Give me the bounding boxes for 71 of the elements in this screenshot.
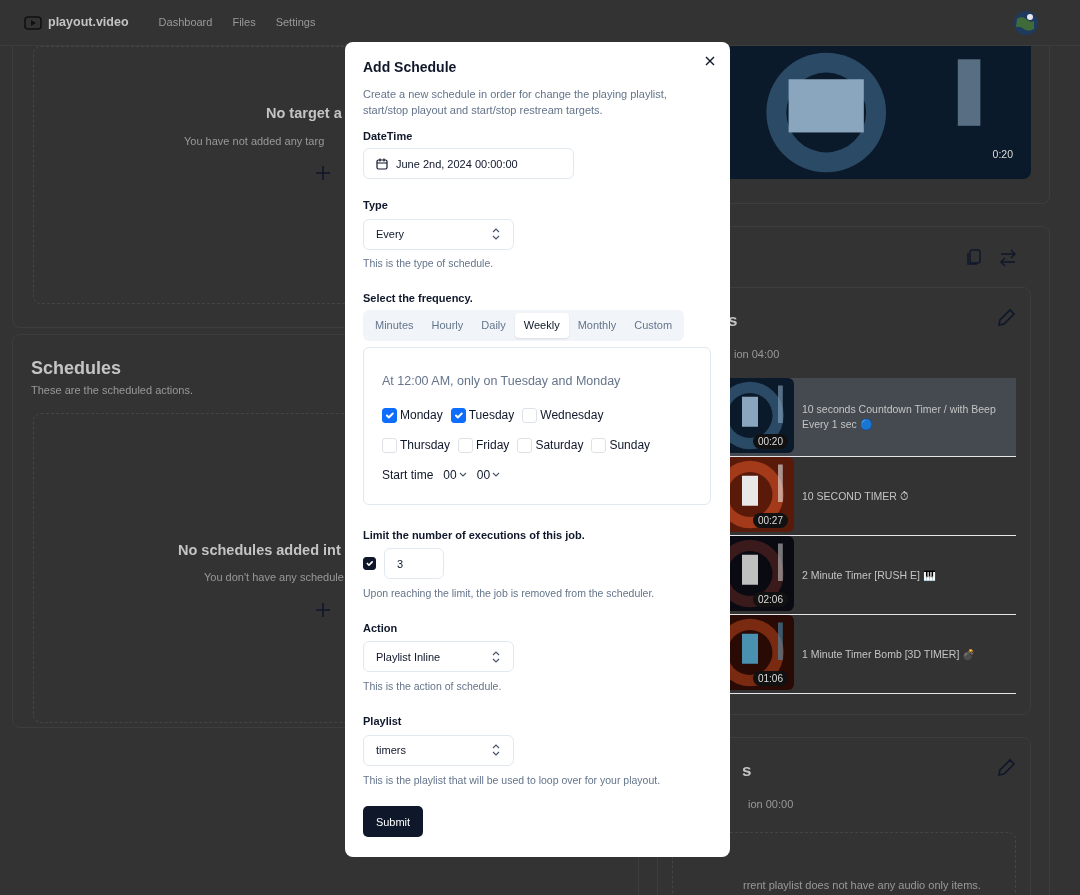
frequency-tab[interactable]: Minutes — [366, 313, 423, 338]
day-label: Sunday — [609, 437, 651, 455]
nav-link[interactable]: Dashboard — [158, 14, 213, 31]
close-icon[interactable] — [705, 56, 715, 66]
frequency-tab[interactable]: Monthly — [568, 313, 626, 338]
limit-input[interactable]: 3 — [384, 548, 444, 580]
field-label: Playlist — [363, 714, 403, 730]
day-label: Friday — [476, 437, 510, 455]
frequency-tab[interactable]: Daily — [472, 313, 515, 338]
day-label: Wednesday — [540, 407, 604, 425]
modal-title: Add Schedule — [363, 59, 458, 76]
chevron-icon — [491, 649, 501, 664]
time-select[interactable]: 00 — [443, 466, 467, 485]
type-select[interactable]: Every — [363, 218, 514, 250]
playlist-select[interactable]: timers — [363, 734, 514, 766]
chevron-icon — [491, 743, 501, 758]
item-title: 2 Minute Timer [RUSH E] 🎹 — [802, 567, 937, 583]
pencil-icon[interactable] — [996, 758, 1016, 778]
item-title: 1 Minute Timer Bomb [3D TIMER] 💣 — [802, 646, 977, 662]
field-label: Type — [363, 198, 389, 214]
pencil-icon[interactable] — [996, 308, 1016, 328]
limit-checkbox[interactable] — [363, 557, 376, 571]
day-label: Saturday — [535, 437, 584, 455]
help-text: This is the playlist that will be used to loop over for your playout. — [363, 772, 662, 788]
item-title: 10 seconds Countdown Timer / with Beep Every 1 sec 🔵 — [802, 402, 997, 432]
day-label: Thursday — [400, 437, 451, 455]
chevron-icon — [492, 472, 501, 479]
play-icon — [24, 14, 42, 31]
help-text: Upon reaching the limit, the job is removed from the scheduler. — [363, 586, 656, 602]
playlist-subtitle: ion 00:00 — [748, 796, 794, 812]
help-text: This is the type of schedule. — [363, 255, 495, 271]
start-time-label: Start time — [382, 467, 434, 485]
date-field[interactable]: June 2nd, 2024 00:00:00 — [363, 148, 574, 180]
item-title: 10 SECOND TIMER ⏱ — [802, 488, 910, 504]
video-duration: 0:20 — [992, 147, 1013, 163]
chevron-icon — [491, 227, 501, 242]
field-label: Limit the number of executions of this job. — [363, 527, 586, 543]
playlist-subtitle: ion 04:00 — [734, 346, 780, 362]
day-label: Tuesday — [468, 407, 515, 425]
day-checkbox[interactable] — [382, 407, 397, 423]
frequency-tab[interactable]: Hourly — [422, 313, 473, 338]
section-subtitle: These are the scheduled actions. — [31, 383, 194, 398]
playlist-title: s — [742, 760, 752, 782]
swap-icon[interactable] — [999, 249, 1017, 267]
submit-button[interactable]: Submit — [363, 806, 423, 838]
chevron-icon — [458, 472, 467, 479]
help-text: This is the action of schedule. — [363, 679, 503, 695]
field-label: Select the frequency. — [363, 290, 474, 306]
modal-description: Create a new schedule in order for change the playing playlist, start/stop playout and start/stop restream targets. — [363, 86, 668, 118]
frequency-tab[interactable]: Weekly — [514, 313, 569, 338]
calendar-icon — [376, 157, 388, 170]
nav-link[interactable]: Files — [232, 14, 256, 31]
field-label: Action — [363, 620, 399, 636]
field-label: DateTime — [363, 128, 414, 144]
nav-link[interactable]: Settings — [275, 14, 316, 31]
time-select[interactable]: 00 — [476, 466, 501, 485]
empty-title: No schedules added int — [178, 540, 341, 560]
empty-text: You don't have any schedule — [204, 570, 344, 586]
action-select[interactable]: Playlist Inline — [363, 641, 514, 673]
plus-icon[interactable] — [315, 601, 331, 618]
empty-text: rrent playlist does not have any audio only items. — [743, 878, 981, 893]
copy-icon[interactable] — [965, 249, 983, 267]
section-title: Schedules — [31, 357, 122, 380]
empty-text: You have not added any targ — [184, 133, 325, 149]
brand-name: playout.video — [48, 14, 129, 32]
schedule-summary: At 12:00 AM, only on Tuesday and Monday — [382, 372, 622, 390]
frequency-tab[interactable]: Custom — [625, 313, 682, 338]
day-checkbox[interactable] — [450, 407, 466, 423]
empty-title: No target a — [266, 104, 342, 123]
plus-icon[interactable] — [315, 165, 331, 182]
day-label: Monday — [400, 407, 443, 425]
